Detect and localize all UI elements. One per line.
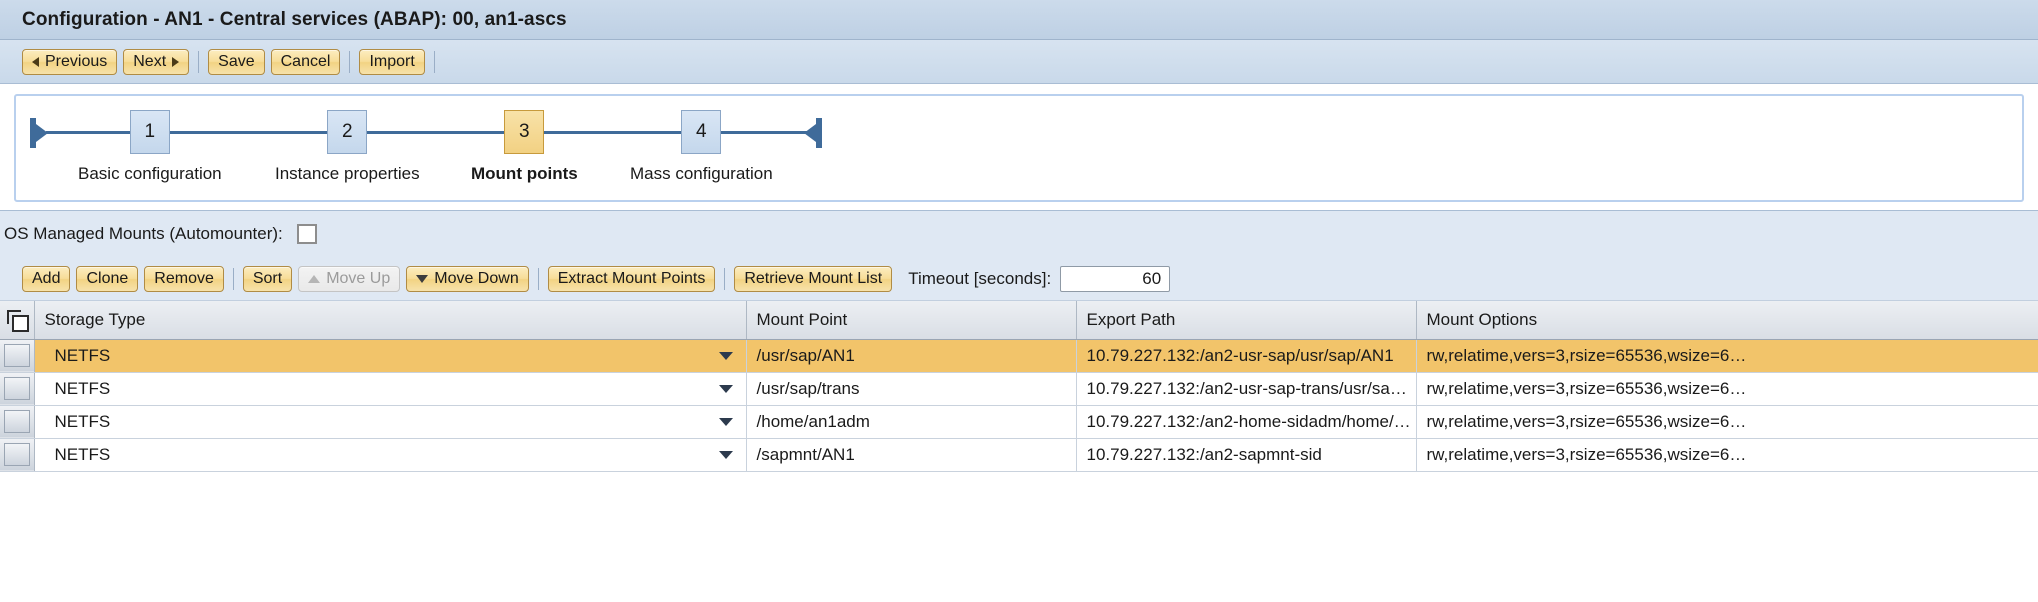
row-select-button[interactable] bbox=[3, 443, 30, 466]
row-selector[interactable] bbox=[0, 438, 35, 472]
arrow-up-icon bbox=[308, 274, 321, 283]
row-select-button[interactable] bbox=[3, 410, 30, 433]
toolbar-divider bbox=[232, 267, 234, 290]
extract-mount-points-button[interactable]: Extract Mount Points bbox=[547, 265, 716, 292]
chevron-down-icon[interactable] bbox=[718, 384, 733, 393]
cell-storage-type-value: NETFS bbox=[54, 444, 111, 464]
retrieve-mount-list-button[interactable]: Retrieve Mount List bbox=[734, 265, 893, 292]
import-button[interactable]: Import bbox=[359, 48, 425, 75]
cell-storage-type[interactable]: NETFS bbox=[34, 438, 747, 472]
automounter-label: OS Managed Mounts (Automounter): bbox=[4, 224, 283, 243]
roadmap-step-1-label: Basic configuration bbox=[78, 164, 222, 183]
cell-storage-type[interactable]: NETFS bbox=[34, 405, 747, 439]
select-all-icon bbox=[6, 310, 29, 332]
toolbar-divider bbox=[724, 267, 726, 290]
row-select-button[interactable] bbox=[3, 344, 30, 367]
toolbar-divider bbox=[349, 50, 351, 73]
cell-mount-point[interactable]: /usr/sap/trans bbox=[746, 372, 1077, 406]
row-selector[interactable] bbox=[0, 372, 35, 406]
column-header-mount-point[interactable]: Mount Point bbox=[746, 301, 1077, 340]
cell-storage-type-value: NETFS bbox=[54, 411, 111, 431]
move-down-button-label: Move Down bbox=[434, 269, 519, 287]
select-all-header[interactable] bbox=[0, 301, 35, 340]
row-select-button[interactable] bbox=[3, 377, 30, 400]
toolbar-divider bbox=[433, 50, 435, 73]
table-header-row: Storage Type Mount Point Export Path Mou… bbox=[0, 301, 2038, 340]
row-selector[interactable] bbox=[0, 405, 35, 439]
roadmap-step-2-label: Instance properties bbox=[275, 164, 420, 183]
cell-export-path[interactable]: 10.79.227.132:/an2-home-sidadm/home/… bbox=[1076, 405, 1417, 439]
clone-button[interactable]: Clone bbox=[76, 265, 139, 292]
page-title: Configuration - AN1 - Central services (… bbox=[22, 8, 567, 30]
cell-mount-point[interactable]: /usr/sap/AN1 bbox=[746, 339, 1077, 373]
sort-button[interactable]: Sort bbox=[242, 265, 293, 292]
cell-mount-options[interactable]: rw,relatime,vers=3,rsize=65536,wsize=6… bbox=[1416, 438, 2038, 472]
save-button[interactable]: Save bbox=[208, 48, 265, 75]
cell-export-path[interactable]: 10.79.227.132:/an2-usr-sap/usr/sap/AN1 bbox=[1076, 339, 1417, 373]
column-header-mount-options[interactable]: Mount Options bbox=[1416, 301, 2038, 340]
chevron-down-icon[interactable] bbox=[718, 351, 733, 360]
next-button-label: Next bbox=[133, 52, 167, 70]
mount-points-table-container: Storage Type Mount Point Export Path Mou… bbox=[0, 301, 2038, 602]
roadmap-start-icon bbox=[30, 118, 48, 148]
cell-mount-point[interactable]: /home/an1adm bbox=[746, 405, 1077, 439]
automounter-checkbox[interactable] bbox=[296, 224, 317, 244]
roadmap-step-2-number: 2 bbox=[327, 110, 368, 154]
column-header-storage-type[interactable]: Storage Type bbox=[34, 301, 747, 340]
arrow-right-icon bbox=[172, 56, 180, 67]
roadmap-step-3[interactable]: 3 Mount points bbox=[471, 110, 578, 184]
cell-mount-options[interactable]: rw,relatime,vers=3,rsize=65536,wsize=6… bbox=[1416, 372, 2038, 406]
cancel-button[interactable]: Cancel bbox=[270, 48, 341, 75]
column-header-export-path[interactable]: Export Path bbox=[1076, 301, 1417, 340]
cell-export-path[interactable]: 10.79.227.132:/an2-sapmnt-sid bbox=[1076, 438, 1417, 472]
previous-button[interactable]: Previous bbox=[22, 48, 118, 75]
cell-storage-type[interactable]: NETFS bbox=[34, 339, 747, 373]
chevron-down-icon[interactable] bbox=[718, 450, 733, 459]
cell-storage-type-value: NETFS bbox=[54, 378, 111, 398]
cell-mount-point[interactable]: /sapmnt/AN1 bbox=[746, 438, 1077, 472]
roadmap-step-3-label: Mount points bbox=[471, 164, 578, 183]
roadmap-step-4[interactable]: 4 Mass configuration bbox=[630, 110, 773, 184]
table-row[interactable]: NETFS /home/an1adm 10.79.227.132:/an2-ho… bbox=[0, 405, 2038, 439]
automounter-row: OS Managed Mounts (Automounter): bbox=[0, 211, 2038, 257]
window-title-bar: Configuration - AN1 - Central services (… bbox=[0, 0, 2038, 40]
previous-button-label: Previous bbox=[45, 52, 108, 70]
cell-mount-options[interactable]: rw,relatime,vers=3,rsize=65536,wsize=6… bbox=[1416, 405, 2038, 439]
table-row[interactable]: NETFS /sapmnt/AN1 10.79.227.132:/an2-sap… bbox=[0, 438, 2038, 472]
cell-mount-options[interactable]: rw,relatime,vers=3,rsize=65536,wsize=6… bbox=[1416, 339, 2038, 373]
roadmap-step-3-number: 3 bbox=[504, 110, 545, 154]
roadmap-container: 1 Basic configuration 2 Instance propert… bbox=[0, 84, 2038, 211]
row-selector[interactable] bbox=[0, 339, 35, 373]
toolbar-divider bbox=[537, 267, 539, 290]
table-row[interactable]: NETFS /usr/sap/AN1 10.79.227.132:/an2-us… bbox=[0, 339, 2038, 373]
next-button[interactable]: Next bbox=[123, 48, 190, 75]
roadmap-step-4-number: 4 bbox=[681, 110, 722, 154]
arrow-left-icon bbox=[32, 56, 39, 67]
toolbar-divider bbox=[198, 50, 200, 73]
roadmap-step-4-label: Mass configuration bbox=[630, 164, 773, 183]
table-row[interactable]: NETFS /usr/sap/trans 10.79.227.132:/an2-… bbox=[0, 372, 2038, 406]
timeout-input[interactable] bbox=[1060, 265, 1171, 292]
roadmap: 1 Basic configuration 2 Instance propert… bbox=[14, 94, 2024, 202]
remove-button[interactable]: Remove bbox=[144, 265, 224, 292]
cell-export-path[interactable]: 10.79.227.132:/an2-usr-sap-trans/usr/sa… bbox=[1076, 372, 1417, 406]
mount-points-table: Storage Type Mount Point Export Path Mou… bbox=[0, 301, 2038, 472]
roadmap-end-icon bbox=[804, 118, 822, 148]
cell-storage-type[interactable]: NETFS bbox=[34, 372, 747, 406]
move-down-button[interactable]: Move Down bbox=[406, 265, 529, 292]
roadmap-step-1[interactable]: 1 Basic configuration bbox=[78, 110, 222, 184]
table-toolbar: Add Clone Remove Sort Move Up Move Down … bbox=[0, 257, 2038, 301]
roadmap-step-2[interactable]: 2 Instance properties bbox=[275, 110, 420, 184]
cell-storage-type-value: NETFS bbox=[54, 345, 111, 365]
configuration-window: Configuration - AN1 - Central services (… bbox=[0, 0, 2038, 602]
add-button[interactable]: Add bbox=[22, 265, 71, 292]
main-toolbar: Previous Next Save Cancel Import bbox=[0, 40, 2038, 84]
arrow-down-icon bbox=[416, 274, 429, 283]
timeout-label: Timeout [seconds]: bbox=[908, 268, 1052, 288]
roadmap-step-1-number: 1 bbox=[129, 110, 170, 154]
move-up-button-label: Move Up bbox=[326, 269, 391, 287]
chevron-down-icon[interactable] bbox=[718, 417, 733, 426]
move-up-button: Move Up bbox=[298, 265, 401, 292]
